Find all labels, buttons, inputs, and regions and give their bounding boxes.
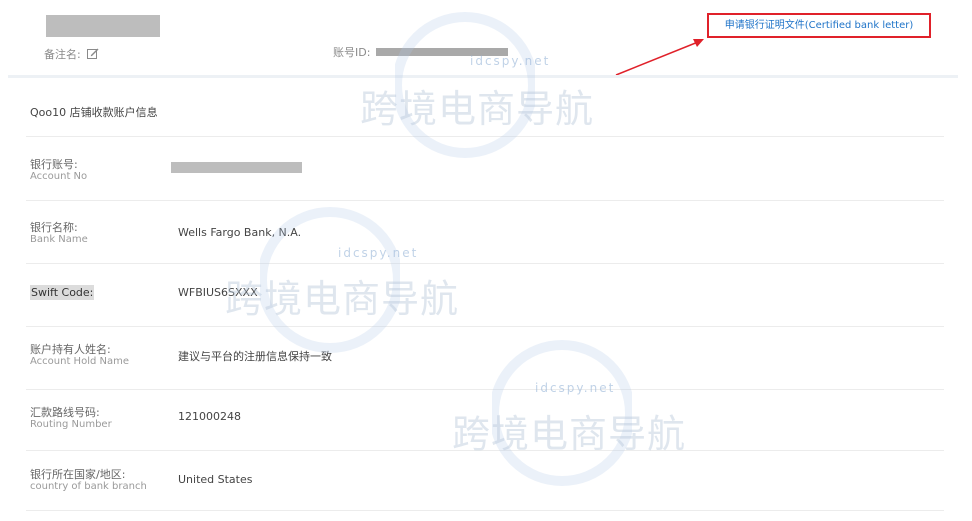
swift-code-value: WFBIUS6SXXX <box>178 286 258 299</box>
bank-name-label-cn: 银行名称: <box>30 221 78 234</box>
divider <box>26 263 944 264</box>
account-header: 备注名: 账号ID: 申请银行证明文件(Certified bank lette… <box>0 0 972 76</box>
redacted-store-name <box>46 15 160 37</box>
redacted-account-number <box>171 162 302 173</box>
routing-number-label-en: Routing Number <box>30 419 112 430</box>
bank-name-value: Wells Fargo Bank, N.A. <box>178 226 302 239</box>
account-id-label: 账号ID: <box>333 46 371 59</box>
account-no-label-cn: 银行账号: <box>30 158 78 171</box>
account-holder-value: 建议与平台的注册信息保持一致 <box>178 350 332 363</box>
remark-name: 备注名: <box>44 46 99 62</box>
watermark-logo <box>489 338 635 492</box>
account-no-label-en: Account No <box>30 171 88 182</box>
bank-country-label-cn: 银行所在国家/地区: <box>30 468 126 481</box>
divider <box>26 326 944 327</box>
bank-country-value: United States <box>178 473 253 486</box>
certified-bank-letter-button[interactable]: 申请银行证明文件(Certified bank letter) <box>707 13 931 38</box>
divider <box>26 136 944 137</box>
account-id: 账号ID: <box>333 44 509 60</box>
bank-country-label-en: country of bank branch <box>30 481 147 492</box>
remark-label: 备注名: <box>44 48 81 61</box>
divider <box>26 510 944 511</box>
redacted-account-id <box>376 48 509 56</box>
divider <box>26 450 944 451</box>
routing-number-label-cn: 汇款路线号码: <box>30 406 100 419</box>
annotation-arrow <box>615 39 704 76</box>
edit-icon[interactable] <box>86 48 99 60</box>
routing-number-value: 121000248 <box>178 410 241 423</box>
divider <box>26 200 944 201</box>
bank-name-label-en: Bank Name <box>30 234 88 245</box>
account-holder-label-cn: 账户持有人姓名: <box>30 343 111 356</box>
watermark-subtext: idcspy.net <box>338 246 419 260</box>
account-holder-label-en: Account Hold Name <box>30 356 129 367</box>
section-title: Qoo10 店铺收款账户信息 <box>30 106 158 119</box>
watermark-text: 跨境电商导航 <box>360 87 595 131</box>
swift-code-label: Swift Code: <box>30 285 95 300</box>
header-divider <box>8 75 958 78</box>
divider <box>26 389 944 390</box>
watermark-subtext: idcspy.net <box>535 381 616 395</box>
watermark-text: 跨境电商导航 <box>225 277 460 321</box>
